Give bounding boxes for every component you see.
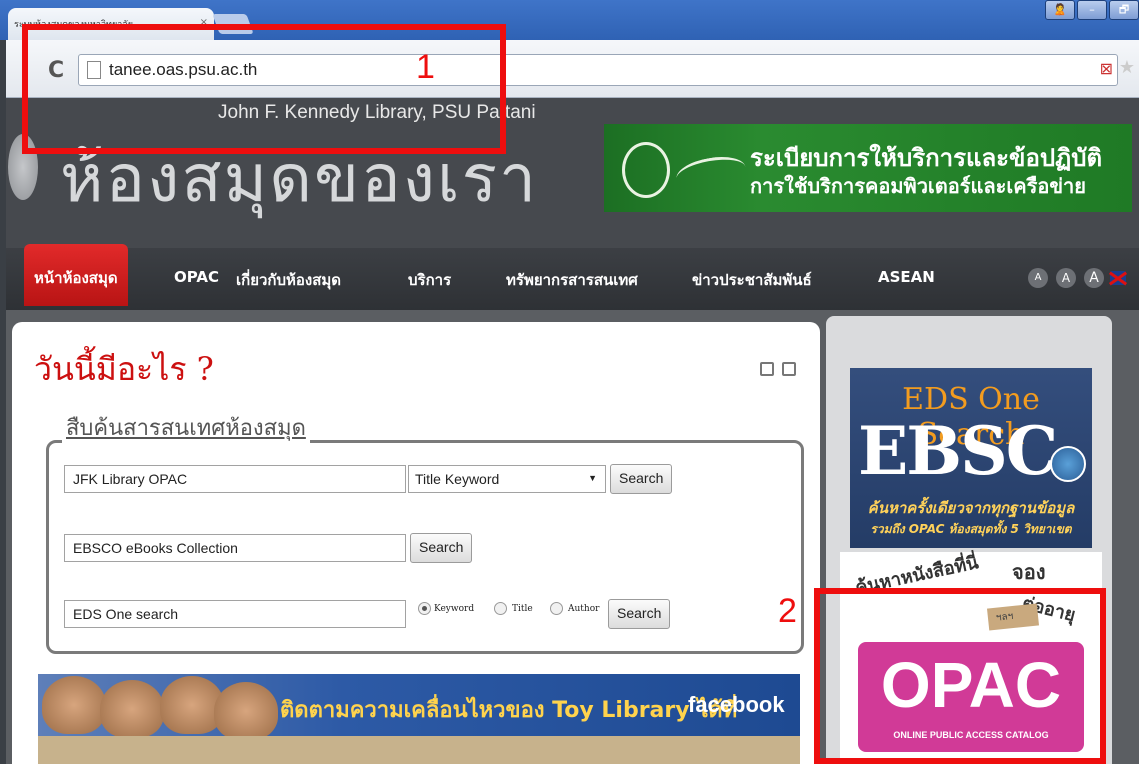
eds-search-input[interactable]: EDS One search [64, 600, 406, 628]
email-icon[interactable] [782, 362, 796, 376]
nav-item-news[interactable]: ข่าวประชาสัมพันธ์ [692, 268, 812, 292]
eds-search-button[interactable]: Search [608, 599, 671, 629]
title-radio-label: Title [512, 604, 533, 614]
banner-line-2: การใช้บริการคอมพิวเตอร์และเครือข่าย [750, 174, 1086, 198]
page-heading: วันนี้มีอะไร ? [34, 350, 214, 388]
title-radio[interactable] [494, 602, 507, 615]
user-icon[interactable]: 🙎 [1045, 0, 1075, 20]
font-size-small-button[interactable]: A [1028, 268, 1048, 288]
nav-item-about[interactable]: เกี่ยวกับห้องสมุด [236, 268, 341, 292]
uk-flag-icon[interactable] [1110, 271, 1126, 285]
minimize-button[interactable]: – [1077, 0, 1107, 20]
print-icon[interactable] [760, 362, 774, 376]
nav-item-opac[interactable]: OPAC [174, 268, 219, 286]
font-size-large-button[interactable]: A [1084, 268, 1104, 288]
child-photo [42, 676, 106, 734]
lower-banner[interactable] [38, 736, 800, 764]
opac-search-input[interactable]: JFK Library OPAC [64, 465, 406, 493]
keyword-radio[interactable] [418, 602, 431, 615]
callout-box-url [22, 24, 506, 154]
opac-search-button[interactable]: Search [610, 464, 673, 494]
eds-card-tagline: ค้นหาครั้งเดียวจากทุกฐานข้อมูล [867, 499, 1075, 517]
rules-banner[interactable]: ระเบียบการให้บริการและข้อปฏิบัติ การใช้บ… [604, 124, 1132, 212]
fb-banner-text: ติดตามความเคลื่อนไหวของ Toy Library ได้ท… [280, 698, 738, 723]
opac-search-type-select[interactable]: Title Keyword ▼ [408, 465, 606, 493]
toy-library-facebook-banner[interactable]: ติดตามความเคลื่อนไหวของ Toy Library ได้ท… [38, 674, 800, 736]
font-size-medium-button[interactable]: A [1056, 268, 1076, 288]
selected-option: Title Keyword [415, 471, 500, 487]
search-box-title: สืบค้นสารสนเทศห้องสมุด [62, 410, 310, 445]
chevron-down-icon: ▼ [588, 473, 597, 483]
nav-item-resources[interactable]: ทรัพยากรสารสนเทศ [506, 268, 638, 292]
ebsco-host-globe-icon [1050, 446, 1086, 482]
ebsco-logo: EBSC [858, 412, 1058, 490]
child-photo [214, 682, 278, 736]
restore-button[interactable]: 🗗 [1109, 0, 1139, 20]
banner-ring-graphic [622, 142, 670, 198]
main-nav: หน้าห้องสมุด OPAC เกี่ยวกับห้องสมุด บริก… [6, 244, 1139, 310]
eds-one-search-card[interactable]: EDS One Search EBSC ค้นหาครั้งเดียวจากทุ… [850, 368, 1092, 548]
author-radio[interactable] [550, 602, 563, 615]
nav-item-home[interactable]: หน้าห้องสมุด [24, 244, 128, 306]
banner-wave-graphic [673, 152, 749, 194]
callout-number-1: 1 [416, 48, 435, 86]
author-radio-label: Author [568, 604, 600, 614]
callout-box-opac [814, 588, 1106, 764]
keyword-radio-label: Keyword [434, 604, 475, 614]
facebook-logo: facebook [688, 692, 785, 717]
nav-item-services[interactable]: บริการ [408, 268, 451, 292]
window-controls: 🙎 – 🗗 [1043, 0, 1139, 20]
nav-item-asean[interactable]: ASEAN [878, 268, 935, 286]
eds-card-subtagline: รวมถึง OPAC ห้องสมุดทั้ง 5 วิทยาเขต [870, 522, 1072, 536]
ebooks-search-button[interactable]: Search [410, 533, 473, 563]
child-photo [100, 680, 164, 736]
opac-reserve-note: จอง [1012, 560, 1046, 584]
bookmark-star-icon[interactable]: ★ [1119, 57, 1135, 78]
blocked-popup-icon[interactable]: ⊠ [1100, 59, 1113, 78]
callout-number-2: 2 [778, 592, 797, 630]
ebooks-search-input[interactable]: EBSCO eBooks Collection [64, 534, 406, 562]
